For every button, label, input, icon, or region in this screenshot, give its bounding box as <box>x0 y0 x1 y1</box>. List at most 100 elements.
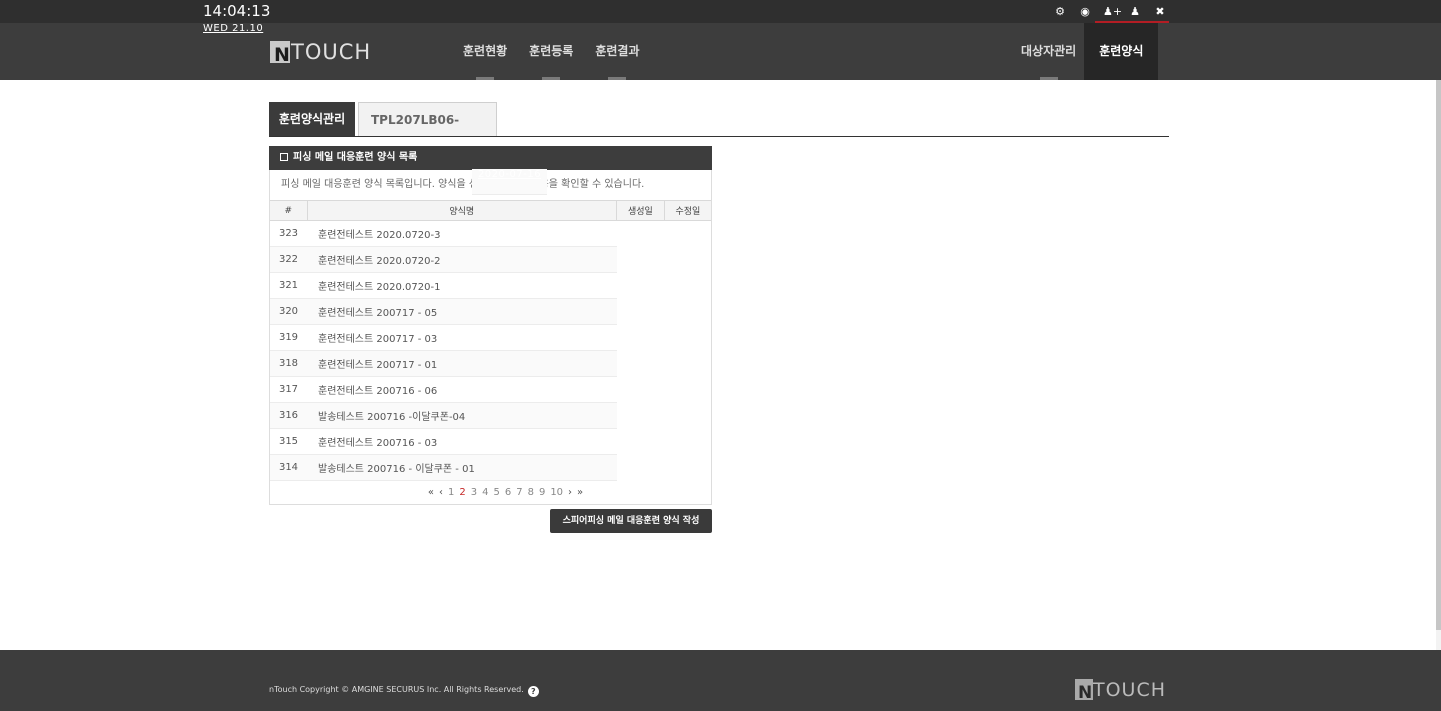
pager-page[interactable]: 9 <box>539 487 545 498</box>
table-row[interactable]: 323 훈련전테스트 2020.0720-3 2020-07-20 2020-0… <box>270 169 711 247</box>
cell-number: 319 <box>270 324 307 351</box>
create-template-button[interactable]: 스피어피싱 메일 대응훈련 양식 작성 <box>550 509 712 533</box>
nav-training-result[interactable]: 훈련결과 <box>587 23 647 80</box>
panel-title: 피싱 메일 대응훈련 양식 목록 <box>293 152 418 163</box>
nav-label: 대상자관리 <box>1021 44 1077 58</box>
pager-page[interactable]: 10 <box>550 487 563 498</box>
main-nav-right: 대상자관리 훈련양식 <box>1013 23 1159 80</box>
col-header-name: 양식명 <box>306 200 617 221</box>
cell-number: 314 <box>270 454 307 481</box>
tab-template-management[interactable]: 훈련양식관리 <box>269 102 355 136</box>
main-nav-left: 훈련현황 훈련등록 훈련결과 <box>455 23 654 80</box>
nav-training-register[interactable]: 훈련등록 <box>521 23 581 80</box>
template-table: # 양식명 생성일 수정일 323 훈련전테스트 2020.0720-3 202… <box>270 169 711 481</box>
help-icon[interactable]: ? <box>527 686 539 697</box>
nav-label: 훈련현황 <box>463 44 508 58</box>
cell-number: 321 <box>270 272 307 299</box>
table-row[interactable]: 319 훈련전테스트 200717 - 03 2020-07-17 2020-0… <box>270 169 711 351</box>
copyright-text: nTouch Copyright © AMGINE SECURUS Inc. A… <box>269 685 539 697</box>
nav-marker <box>608 77 627 80</box>
table-row[interactable]: 314 발송테스트 200716 - 이달쿠폰 - 01 2020-07-16 … <box>270 169 711 481</box>
user-add-icon[interactable]: ♟+ <box>1103 4 1122 19</box>
nav-label: 훈련등록 <box>529 44 574 58</box>
col-header-modified: 수정일 <box>663 200 711 221</box>
cell-name[interactable]: 발송테스트 200716 -이달쿠폰-04 <box>307 402 617 429</box>
cell-name[interactable]: 훈련전테스트 200716 - 06 <box>307 376 617 403</box>
nav-training-status[interactable]: 훈련현황 <box>455 23 515 80</box>
table-row[interactable]: 322 훈련전테스트 2020.0720-2 2020-07-20 2020-0… <box>270 169 711 273</box>
pager-page[interactable]: 6 <box>505 487 511 498</box>
table-row[interactable]: 320 훈련전테스트 200717 - 05 2020-07-17 2020-0… <box>270 169 711 325</box>
eye-icon[interactable]: ◉ <box>1078 4 1092 19</box>
logo-wordmark: TOUCH <box>291 40 372 64</box>
ntouch-logo[interactable]: N TOUCH <box>270 37 372 66</box>
panel-square-icon <box>280 153 288 161</box>
pager-next[interactable]: › <box>568 487 572 498</box>
copyright-label: nTouch Copyright © AMGINE SECURUS Inc. A… <box>269 685 524 694</box>
nav-label: 훈련양식 <box>1099 44 1144 58</box>
cell-name[interactable]: 훈련전테스트 2020.0720-1 <box>307 272 617 299</box>
logo-n-box: N <box>270 41 290 66</box>
table-row[interactable]: 315 훈련전테스트 200716 - 03 2020-07-16 2020-0… <box>270 169 711 455</box>
pagination: « ‹ 1 2 3 4 5 6 7 8 9 10 › » <box>270 481 711 504</box>
footer-logo-n-box: N <box>1075 679 1093 703</box>
top-bar: 14:04:13 ⚙ ◉ ♟+ ♟ ✖ <box>0 0 1441 23</box>
col-header-created: 생성일 <box>616 200 665 221</box>
pager-page[interactable]: 8 <box>528 487 534 498</box>
nav-label: 훈련결과 <box>595 44 640 58</box>
table-row[interactable]: 318 훈련전테스트 200717 - 01 2020-07-17 2020-0… <box>270 169 711 377</box>
panel-body: 피싱 메일 대응훈련 양식 목록입니다. 양식을 선택하면 세부 내용을 확인할… <box>269 169 712 505</box>
cell-name[interactable]: 훈련전테스트 200716 - 03 <box>307 428 617 455</box>
template-list-panel: 피싱 메일 대응훈련 양식 목록 피싱 메일 대응훈련 양식 목록입니다. 양식… <box>269 146 712 505</box>
cell-number: 316 <box>270 402 307 429</box>
cell-modified: 2020-07-16 <box>472 169 547 195</box>
pager-page[interactable]: 4 <box>482 487 488 498</box>
user-icon[interactable]: ♟ <box>1128 4 1142 19</box>
footer-logo-n-letter: N <box>1078 683 1093 703</box>
pager-first[interactable]: « <box>428 487 434 498</box>
cell-number: 317 <box>270 376 307 403</box>
table-row[interactable]: 316 발송테스트 200716 -이달쿠폰-04 2020-07-16 202… <box>270 169 711 429</box>
cell-name[interactable]: 훈련전테스트 2020.0720-2 <box>307 246 617 273</box>
cell-number: 318 <box>270 350 307 377</box>
cell-name[interactable]: 훈련전테스트 200717 - 01 <box>307 350 617 377</box>
content-tabs: 훈련양식관리 TPL207LB06-001× <box>269 102 1169 161</box>
table-header-row: # 양식명 생성일 수정일 <box>270 200 711 221</box>
pager-page[interactable]: 3 <box>471 487 477 498</box>
cell-number: 315 <box>270 428 307 455</box>
cell-name[interactable]: 훈련전테스트 200717 - 03 <box>307 324 617 351</box>
nav-target-management[interactable]: 대상자관리 <box>1013 23 1084 80</box>
gear-icon[interactable]: ⚙ <box>1053 4 1067 19</box>
nav-marker <box>1039 77 1058 80</box>
table-row[interactable]: 321 훈련전테스트 2020.0720-1 2020-07-20 2020-0… <box>270 169 711 299</box>
pager-prev[interactable]: ‹ <box>439 487 443 498</box>
tab-template-detail[interactable]: TPL207LB06-001× <box>358 102 497 161</box>
logo-n-letter: N <box>274 44 290 66</box>
footer-logo: N TOUCH <box>1075 675 1167 703</box>
table-row[interactable]: 317 훈련전테스트 200716 - 06 2020-07-16 2020-0… <box>270 169 711 403</box>
cell-number: 323 <box>270 220 307 247</box>
nav-training-template[interactable]: 훈련양식 <box>1084 23 1159 80</box>
cell-name[interactable]: 발송테스트 200716 - 이달쿠폰 - 01 <box>307 454 617 481</box>
top-icon-group: ⚙ ◉ ♟+ ♟ ✖ <box>1053 4 1167 19</box>
pager-last[interactable]: » <box>577 487 583 498</box>
footer-logo-wordmark: TOUCH <box>1093 679 1167 701</box>
scrollbar-thumb[interactable] <box>1436 80 1441 630</box>
panel-header: 피싱 메일 대응훈련 양식 목록 <box>269 146 712 170</box>
cell-number: 322 <box>270 246 307 273</box>
nav-marker <box>476 77 495 80</box>
nav-marker <box>542 77 561 80</box>
pager-page[interactable]: 1 <box>448 487 454 498</box>
cell-number: 320 <box>270 298 307 325</box>
cell-name[interactable]: 훈련전테스트 2020.0720-3 <box>307 220 617 247</box>
col-header-number: # <box>270 200 307 221</box>
vertical-scrollbar[interactable] <box>1436 80 1441 650</box>
clock-time: 14:04:13 <box>203 2 271 20</box>
footer: nTouch Copyright © AMGINE SECURUS Inc. A… <box>0 650 1441 711</box>
cell-name[interactable]: 훈련전테스트 200717 - 05 <box>307 298 617 325</box>
clock-date: WED 21.10 <box>203 23 264 34</box>
close-icon[interactable]: ✖ <box>1153 4 1167 19</box>
pager-page-current[interactable]: 2 <box>459 487 465 498</box>
pager-page[interactable]: 7 <box>516 487 522 498</box>
pager-page[interactable]: 5 <box>493 487 499 498</box>
